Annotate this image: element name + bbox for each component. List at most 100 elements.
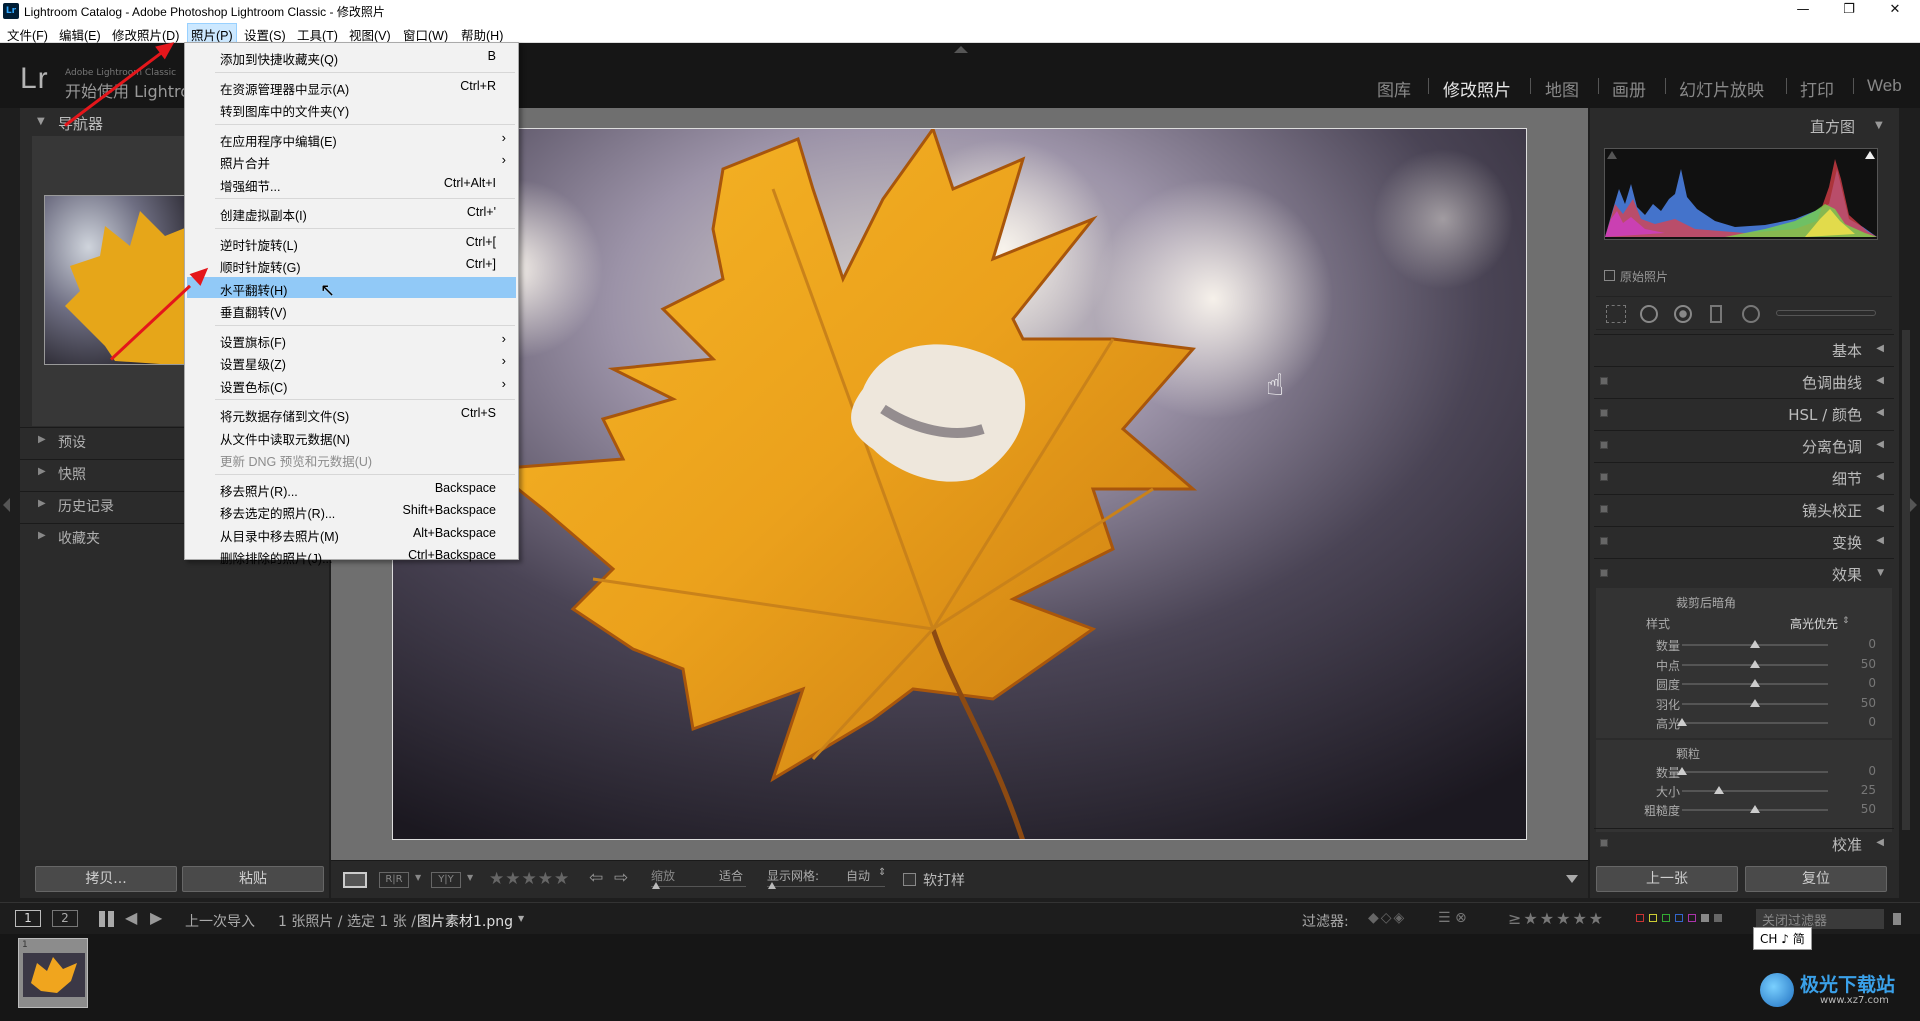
photo-menu-item[interactable]: 设置星级(Z) › [187,351,516,372]
back-arrow-icon[interactable]: ◀ [125,908,137,927]
module-slideshow[interactable]: 幻灯片放映 [1679,76,1764,101]
section-calibration[interactable]: 校准 ◀ [1594,828,1894,856]
photo-menu-item[interactable]: 移去选定的照片(R)... Shift+Backspace [187,500,516,521]
forward-arrow-icon[interactable]: ▶ [150,908,162,927]
slider-knob[interactable] [1750,698,1760,707]
chevron-down-icon[interactable]: ▼ [467,873,473,882]
color-label-filter[interactable] [1636,914,1732,924]
page-2-button[interactable]: 2 [52,910,78,927]
toolbar-menu-icon[interactable] [1566,875,1578,883]
grid-slider[interactable] [767,886,885,887]
page-1-button[interactable]: 1 [15,910,41,927]
grid-value[interactable]: 自动 [846,867,870,884]
section-transform[interactable]: 变换 ◀ [1594,526,1894,554]
adjust-slider[interactable]: 高光 0 [1640,714,1890,732]
zoom-slider-knob[interactable] [652,882,660,889]
star-rating[interactable]: ★★★★★ [489,869,570,889]
slider-track[interactable] [1682,722,1828,724]
slider-value[interactable]: 50 [1861,802,1876,816]
shadow-clipping-icon[interactable] [1607,151,1617,159]
collapse-top-icon[interactable] [954,46,968,53]
right-scrollbar[interactable] [1902,330,1910,830]
slider-value[interactable]: 0 [1868,764,1876,778]
photo-menu-item[interactable]: 转到图库中的文件夹(Y) [187,98,516,119]
slider-value[interactable]: 0 [1868,637,1876,651]
adjust-slider[interactable]: 圆度 0 [1640,675,1890,693]
photo-menu-item[interactable]: 从目录中移去照片(M) Alt+Backspace [187,523,516,544]
before-after-y-icon[interactable]: Y|Y [431,872,461,888]
zoom-value[interactable]: 适合 [719,867,743,884]
adjust-slider[interactable]: 大小 25 [1640,782,1890,800]
slider-knob[interactable] [1713,786,1724,794]
red-eye-icon[interactable] [1674,305,1692,323]
photo-menu-item[interactable]: 在资源管理器中显示(A) Ctrl+R [187,76,516,97]
photo-menu-item[interactable]: 照片合并 › [187,150,516,171]
photo-menu-item[interactable]: 水平翻转(H) [187,276,516,298]
paste-button[interactable]: 粘贴 [182,866,324,892]
photo-menu-item[interactable]: 删除排除的照片(J)... Ctrl+Backspace [187,545,516,566]
slider-knob[interactable] [1750,679,1760,687]
triangle-down-icon[interactable]: ▼ [1875,120,1883,131]
photo-menu-item[interactable]: 垂直翻转(V) [187,299,516,320]
filename-label[interactable]: 图片素材1.png [417,911,513,931]
photo-menu-item[interactable]: 从文件中读取元数据(N) [187,426,516,447]
adjustment-brush-icon[interactable] [1776,310,1876,316]
lock-icon[interactable] [1893,913,1901,925]
original-photo-checkbox[interactable] [1604,270,1615,281]
grid-icon[interactable] [99,911,115,927]
module-print[interactable]: 打印 [1800,76,1834,101]
photo-menu-item[interactable]: 设置色标(C) › [187,374,516,395]
updown-icon[interactable]: ⇕ [878,867,886,878]
zoom-slider[interactable] [651,886,746,887]
collapse-left-icon[interactable] [3,498,10,512]
module-library[interactable]: 图库 [1377,76,1411,101]
adjust-slider[interactable]: 中点 50 [1640,656,1890,674]
ime-indicator[interactable]: CH ♪ 简 [1753,927,1812,950]
navigator-thumbnail[interactable] [44,195,189,365]
section-hsl[interactable]: HSL / 颜色 ◀ [1594,398,1894,426]
section-tone-curve[interactable]: 色调曲线 ◀ [1594,366,1894,394]
slider-track[interactable] [1682,790,1828,792]
crop-tool-icon[interactable] [1606,305,1626,323]
slider-value[interactable]: 25 [1861,783,1876,797]
histogram-title[interactable]: 直方图 [1810,116,1855,137]
status-filter-icons[interactable]: ☰ ⊗ [1438,910,1467,926]
rating-filter-stars[interactable]: ≥★★★★★ [1508,909,1605,928]
slider-knob[interactable] [1750,659,1760,668]
source-label[interactable]: 上一次导入 [185,911,255,931]
slider-value[interactable]: 50 [1861,657,1876,671]
slider-knob[interactable] [1750,640,1760,648]
previous-arrow-icon[interactable]: ⇦ [589,868,603,888]
menu-edit[interactable]: 编辑(E) [56,24,104,45]
minimize-button[interactable]: — [1780,0,1826,22]
softproof-checkbox[interactable] [903,873,916,886]
menu-file[interactable]: 文件(F) [4,24,51,45]
updown-icon[interactable]: ⇕ [1842,616,1850,626]
slider-value[interactable]: 0 [1868,715,1876,729]
next-arrow-icon[interactable]: ⇨ [614,868,628,888]
filter-dropdown[interactable]: 关闭过滤器 [1756,909,1884,929]
spot-removal-icon[interactable] [1640,305,1658,323]
reset-button[interactable]: 复位 [1745,866,1887,892]
close-button[interactable]: ✕ [1872,0,1918,22]
module-map[interactable]: 地图 [1545,76,1579,101]
photo-menu-item[interactable]: 在应用程序中编辑(E) › [187,128,516,149]
slider-knob[interactable] [1677,718,1687,726]
radial-filter-icon[interactable] [1742,305,1760,323]
loupe-view-icon[interactable] [343,872,367,888]
photo-menu-item[interactable]: 设置旗标(F) › [187,329,516,350]
grid-slider-knob[interactable] [768,882,776,889]
before-after-lr-icon[interactable]: R|R [379,872,409,888]
slider-track[interactable] [1682,771,1828,773]
module-book[interactable]: 画册 [1612,76,1646,101]
photo-menu-item[interactable]: 创建虚拟副本(I) Ctrl+' [187,202,516,223]
adjust-slider[interactable]: 羽化 50 [1640,695,1890,713]
photo-menu-item[interactable]: 移去照片(R)... Backspace [187,478,516,499]
chevron-down-icon[interactable]: ▼ [518,914,524,923]
module-web[interactable]: Web [1867,76,1902,96]
previous-button[interactable]: 上一张 [1596,866,1738,892]
photo-menu-item[interactable]: 顺时针旋转(G) Ctrl+] [187,254,516,275]
photo-menu-item[interactable]: 增强细节... Ctrl+Alt+I [187,173,516,194]
slider-value[interactable]: 50 [1861,696,1876,710]
section-lens-corrections[interactable]: 镜头校正 ◀ [1594,494,1894,522]
